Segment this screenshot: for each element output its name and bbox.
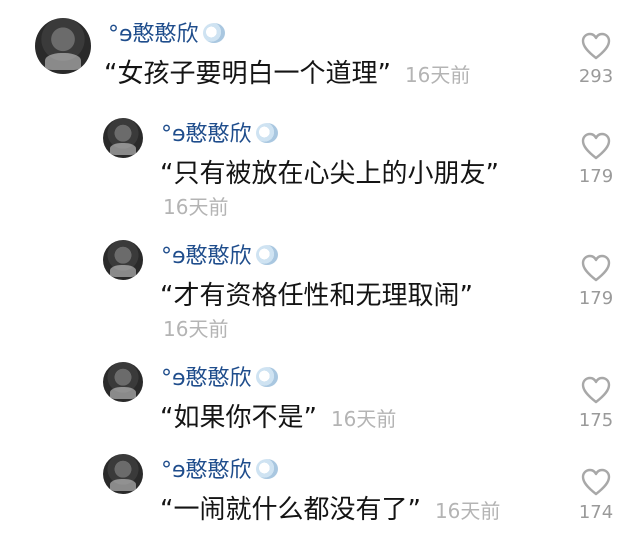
bubble-sticker-icon — [255, 245, 278, 265]
comment-text[interactable]: “女孩子要明白一个道理” 16天前 — [104, 58, 470, 91]
like-count: 179 — [578, 166, 614, 187]
avatar[interactable] — [103, 454, 143, 494]
bubble-sticker-icon — [202, 23, 225, 43]
reply-text[interactable]: “只有被放在心尖上的小朋友” — [160, 158, 499, 190]
comment-time: 16天前 — [434, 499, 501, 523]
comment-time: 16天前 — [330, 407, 397, 431]
comment-time: 16天前 — [163, 317, 229, 341]
bubble-sticker-icon — [255, 367, 278, 387]
reply-text[interactable]: “才有资格任性和无理取闹” — [160, 280, 473, 312]
username[interactable]: °ɘ憨憨欣 — [161, 366, 278, 392]
heart-outline-icon[interactable] — [581, 32, 611, 60]
like-count: 179 — [578, 288, 614, 309]
heart-outline-icon[interactable] — [581, 254, 611, 282]
avatar[interactable] — [103, 118, 143, 158]
like-count: 174 — [578, 502, 614, 523]
reply-item: °ɘ憨憨欣 “如果你不是” 16天前 175 — [0, 354, 641, 444]
like-count: 175 — [578, 410, 614, 431]
reply-text[interactable]: “一闹就什么都没有了” 16天前 — [160, 494, 500, 527]
heart-outline-icon[interactable] — [581, 132, 611, 160]
bubble-sticker-icon — [255, 459, 278, 479]
reply-text[interactable]: “如果你不是” 16天前 — [160, 402, 396, 435]
heart-outline-icon[interactable] — [581, 468, 611, 496]
avatar[interactable] — [103, 240, 143, 280]
username[interactable]: °ɘ憨憨欣 — [161, 122, 278, 148]
reply-item: °ɘ憨憨欣 “才有资格任性和无理取闹” 16天前 179 — [0, 232, 641, 352]
heart-outline-icon[interactable] — [581, 376, 611, 404]
username[interactable]: °ɘ憨憨欣 — [161, 244, 278, 270]
comment-time: 16天前 — [163, 195, 229, 219]
reply-item: °ɘ憨憨欣 “一闹就什么都没有了” 16天前 174 — [0, 446, 641, 540]
like-count: 293 — [578, 66, 614, 87]
avatar[interactable] — [103, 362, 143, 402]
username[interactable]: °ɘ憨憨欣 — [161, 458, 278, 484]
avatar[interactable] — [35, 18, 91, 74]
bubble-sticker-icon — [255, 123, 278, 143]
username[interactable]: °ɘ憨憨欣 — [108, 22, 225, 48]
reply-item: °ɘ憨憨欣 “只有被放在心尖上的小朋友” 16天前 179 — [0, 110, 641, 230]
comment-item: °ɘ憨憨欣 “女孩子要明白一个道理” 16天前 293 — [0, 0, 641, 120]
comment-time: 16天前 — [404, 63, 471, 87]
